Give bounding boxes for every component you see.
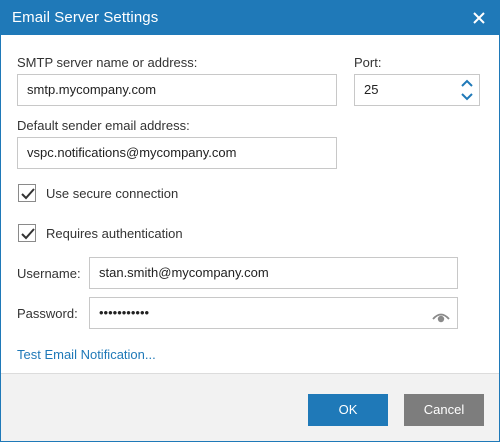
eye-icon[interactable] — [431, 305, 451, 323]
sender-email-input[interactable]: vspc.notifications@mycompany.com — [17, 137, 337, 169]
username-label: Username: — [17, 266, 81, 281]
cancel-button[interactable]: Cancel — [404, 394, 484, 426]
smtp-server-input[interactable]: smtp.mycompany.com — [17, 74, 337, 106]
sender-email-value: vspc.notifications@mycompany.com — [27, 145, 237, 160]
requires-authentication-checkbox[interactable] — [18, 224, 36, 242]
secure-connection-checkbox[interactable] — [18, 184, 36, 202]
test-email-notification-link[interactable]: Test Email Notification... — [17, 347, 156, 362]
email-server-settings-dialog: Email Server Settings SMTP server name o… — [0, 0, 500, 442]
smtp-server-value: smtp.mycompany.com — [27, 82, 157, 97]
password-label: Password: — [17, 306, 78, 321]
secure-connection-label: Use secure connection — [46, 186, 179, 201]
smtp-label: SMTP server name or address: — [17, 55, 198, 70]
username-input[interactable]: stan.smith@mycompany.com — [89, 257, 458, 289]
port-value: 25 — [364, 82, 379, 97]
port-input[interactable]: 25 — [354, 74, 480, 106]
ok-button[interactable]: OK — [308, 394, 388, 426]
password-value: ••••••••••• — [99, 305, 150, 320]
username-value: stan.smith@mycompany.com — [99, 265, 269, 280]
password-input[interactable]: ••••••••••• — [89, 297, 458, 329]
port-label: Port: — [354, 55, 382, 70]
sender-label: Default sender email address: — [17, 118, 190, 133]
checkmark-icon — [21, 228, 35, 240]
requires-authentication-label: Requires authentication — [46, 226, 183, 241]
dialog-title: Email Server Settings — [12, 9, 159, 26]
spinner-arrows-icon[interactable] — [458, 76, 476, 104]
close-icon[interactable] — [467, 6, 491, 30]
title-bar: Email Server Settings — [1, 1, 499, 35]
checkmark-icon — [21, 188, 35, 200]
